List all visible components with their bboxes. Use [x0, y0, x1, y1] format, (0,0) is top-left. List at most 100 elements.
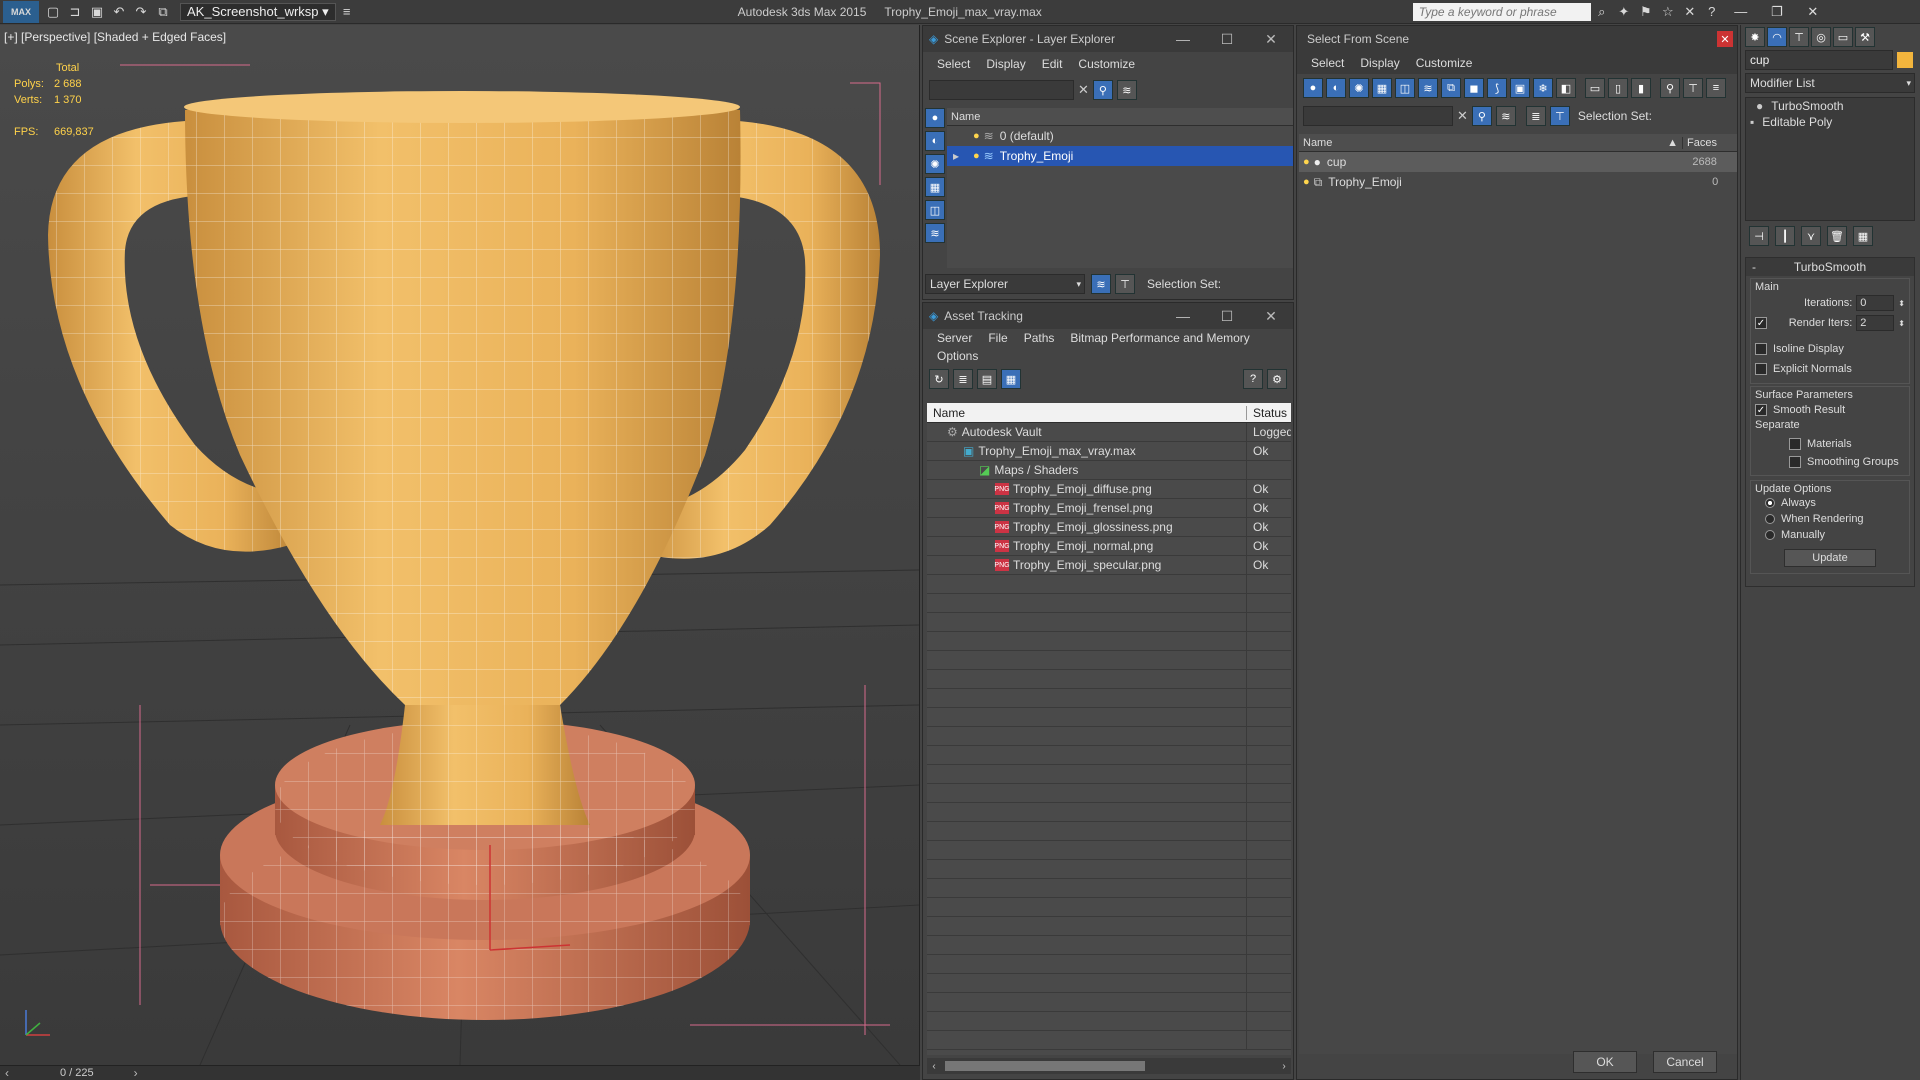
sfs-bones-icon[interactable]: ⟆	[1487, 78, 1507, 98]
sfs-cameras-icon[interactable]: ▦	[1372, 78, 1392, 98]
tools-icon[interactable]: ✦	[1616, 4, 1632, 20]
sfs-menu-customize[interactable]: Customize	[1416, 56, 1473, 70]
manually-radio[interactable]	[1765, 530, 1775, 540]
le-minimize-icon[interactable]: —	[1161, 31, 1205, 47]
sfs-selset-hier-icon[interactable]: ⊤	[1549, 106, 1570, 126]
app-logo-icon[interactable]: MAX	[3, 0, 39, 23]
at-help-icon[interactable]: ?	[1243, 369, 1263, 389]
create-tab-icon[interactable]: ✸	[1745, 27, 1765, 47]
smoothing-groups-checkbox[interactable]	[1789, 456, 1801, 468]
when-rendering-radio[interactable]	[1765, 514, 1775, 524]
modifier-list-dropdown[interactable]: Modifier List ▾	[1745, 73, 1915, 93]
update-button[interactable]: Update	[1784, 549, 1876, 567]
at-menu-file[interactable]: File	[988, 331, 1007, 345]
motion-tab-icon[interactable]: ◎	[1811, 27, 1831, 47]
le-filter-icon[interactable]: ⚲	[1092, 80, 1113, 100]
at-row[interactable]: ◪ Maps / Shaders	[927, 461, 1291, 480]
le-maximize-icon[interactable]: ☐	[1205, 31, 1249, 48]
sfs-geometry-icon[interactable]: ●	[1303, 78, 1323, 98]
at-menu-options[interactable]: Options	[937, 349, 978, 363]
viewport-label[interactable]: [+] [Perspective] [Shaded + Edged Faces]	[4, 30, 226, 44]
le-col-name[interactable]: Name	[947, 108, 1293, 126]
le-clear-icon[interactable]: ✕	[1078, 82, 1089, 98]
explicit-normals-checkbox[interactable]	[1755, 363, 1767, 375]
manually-row[interactable]: Manually	[1755, 527, 1905, 543]
at-vault-help-icon[interactable]: ⚙	[1267, 369, 1287, 389]
expand-arrow-icon[interactable]: ▸	[953, 149, 973, 163]
sfs-spacewarps-icon[interactable]: ≋	[1418, 78, 1438, 98]
configure-sets-icon[interactable]: ▦	[1853, 226, 1873, 246]
show-end-result-icon[interactable]: ┃	[1775, 226, 1795, 246]
at-col-name[interactable]: Name	[927, 405, 1247, 420]
perspective-viewport[interactable]: [+] [Perspective] [Shaded + Edged Faces]…	[0, 25, 920, 1065]
at-menu-bitmap[interactable]: Bitmap Performance and Memory	[1070, 331, 1249, 345]
layer-explorer-titlebar[interactable]: ◈ Scene Explorer - Layer Explorer — ☐ ✕	[923, 26, 1293, 52]
at-table-icon[interactable]: ▦	[1001, 369, 1021, 389]
sfs-search-field[interactable]	[1303, 106, 1453, 126]
object-visible-icon[interactable]: ●	[1303, 176, 1310, 188]
always-radio[interactable]	[1765, 498, 1775, 508]
sfs-containers-icon[interactable]: ▣	[1510, 78, 1530, 98]
materials-checkbox[interactable]	[1789, 438, 1801, 450]
at-minimize-icon[interactable]: —	[1161, 308, 1205, 324]
sfs-layers-icon[interactable]: ≋	[1495, 106, 1516, 126]
le-display-lights-icon[interactable]: ✺	[925, 154, 945, 174]
object-color-swatch[interactable]	[1897, 52, 1913, 68]
le-display-helpers-icon[interactable]: ◫	[925, 200, 945, 220]
sfs-selset-layers-icon[interactable]: ≣	[1525, 106, 1546, 126]
help-icon[interactable]: ?	[1704, 4, 1720, 20]
scroll-thumb[interactable]	[945, 1061, 1145, 1071]
render-iters-spinner[interactable]: 2	[1856, 315, 1895, 331]
remove-modifier-icon[interactable]: 🗑	[1827, 226, 1847, 246]
le-search-field[interactable]	[929, 80, 1074, 100]
spinner-arrows-icon[interactable]: ⬍	[1898, 319, 1905, 328]
sfs-invert-icon[interactable]: ▮	[1631, 78, 1651, 98]
le-menu-edit[interactable]: Edit	[1042, 57, 1063, 71]
at-col-status[interactable]: Status	[1247, 406, 1287, 420]
layer-row-trophy[interactable]: ▸ ● ≋ Trophy_Emoji	[947, 146, 1293, 166]
sfs-filter-icon[interactable]: ⚲	[1660, 78, 1680, 98]
layer-visible-icon[interactable]: ●	[973, 130, 980, 142]
when-rendering-row[interactable]: When Rendering	[1755, 511, 1905, 527]
project-icon[interactable]: ⧉	[155, 4, 171, 20]
smooth-result-row[interactable]: ✓ Smooth Result	[1755, 401, 1905, 419]
isoline-checkbox[interactable]	[1755, 343, 1767, 355]
le-display-cameras-icon[interactable]: ▦	[925, 177, 945, 197]
layer-row-default[interactable]: ● ≋ 0 (default)	[947, 126, 1293, 146]
at-row[interactable]: PNG Trophy_Emoji_diffuse.png Ok	[927, 480, 1291, 499]
explicit-row[interactable]: Explicit Normals	[1755, 359, 1905, 379]
render-iters-checkbox[interactable]: ✓	[1755, 317, 1767, 329]
sfs-col-name[interactable]: Name ▲	[1299, 136, 1683, 149]
workspace-dropdown[interactable]: AK_Screenshot_wrksp ▾	[180, 2, 336, 21]
sfs-options-icon[interactable]: ≡	[1706, 78, 1726, 98]
scroll-right-icon[interactable]: ›	[1277, 1061, 1291, 1072]
at-menu-server[interactable]: Server	[937, 331, 972, 345]
iterations-spinner[interactable]: 0	[1856, 295, 1895, 311]
utilities-tab-icon[interactable]: ⚒	[1855, 27, 1875, 47]
time-next-icon[interactable]: ›	[134, 1066, 138, 1080]
close-icon[interactable]: ✕	[1795, 0, 1831, 24]
sfs-titlebar[interactable]: Select From Scene ✕	[1297, 26, 1737, 52]
sfs-find-icon[interactable]: ⚲	[1471, 106, 1492, 126]
sfs-hidden-icon[interactable]: ◧	[1556, 78, 1576, 98]
sfs-helpers-icon[interactable]: ◫	[1395, 78, 1415, 98]
le-display-geom-icon[interactable]: ●	[925, 108, 945, 128]
le-menu-display[interactable]: Display	[986, 57, 1025, 71]
sfs-cancel-button[interactable]: Cancel	[1653, 1051, 1717, 1073]
at-thumbs-icon[interactable]: ▤	[977, 369, 997, 389]
save-file-icon[interactable]: ▣	[89, 4, 105, 20]
modify-tab-icon[interactable]: ◠	[1767, 27, 1787, 47]
scroll-left-icon[interactable]: ‹	[927, 1061, 941, 1072]
smoothing-groups-row[interactable]: Smoothing Groups	[1755, 453, 1905, 471]
minimize-icon[interactable]: —	[1723, 0, 1759, 24]
le-layers-mode-icon[interactable]: ≋	[1091, 274, 1111, 294]
redo-icon[interactable]: ↷	[133, 4, 149, 20]
isoline-row[interactable]: Isoline Display	[1755, 339, 1905, 359]
modifier-on-icon[interactable]: ●	[1756, 99, 1763, 113]
sfs-hierarchy-icon[interactable]: ⊤	[1683, 78, 1703, 98]
sfs-shapes-icon[interactable]: ◐	[1326, 78, 1346, 98]
at-row[interactable]: ⚙ Autodesk Vault Logged	[927, 423, 1291, 442]
time-prev-icon[interactable]: ‹	[0, 1066, 14, 1080]
binoculars-icon[interactable]: ⌕	[1594, 4, 1610, 20]
workspace-menu-icon[interactable]: ≡	[339, 4, 355, 20]
